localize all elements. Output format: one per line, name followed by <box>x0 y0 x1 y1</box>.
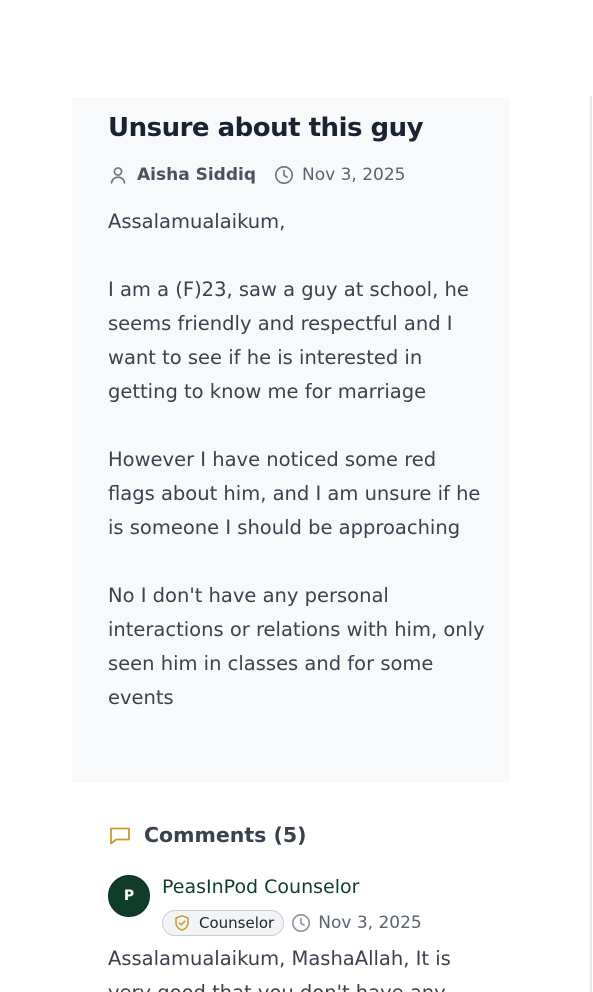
post-title: Unsure about this guy <box>108 113 424 143</box>
post-meta: Aisha Siddiq Nov 3, 2025 <box>108 163 405 187</box>
post-date: Nov 3, 2025 <box>302 165 406 185</box>
comment-meta: Counselor Nov 3, 2025 <box>162 909 422 937</box>
commenter-name[interactable]: PeasInPod Counselor <box>162 876 359 898</box>
page: Unsure about this guy Aisha Siddiq Nov 3… <box>0 0 593 992</box>
comment-text: Assalamualaikum, MashaAllah, It is very … <box>108 947 451 992</box>
post-author[interactable]: Aisha Siddiq <box>137 165 256 185</box>
post-card: Unsure about this guy Aisha Siddiq Nov 3… <box>72 97 510 783</box>
badge-label: Counselor <box>199 914 275 932</box>
clock-icon <box>291 913 311 933</box>
user-icon <box>108 165 128 185</box>
comments-header: Comments (5) <box>108 820 307 850</box>
avatar[interactable]: P <box>108 875 150 917</box>
comment-date: Nov 3, 2025 <box>318 913 422 933</box>
post-paragraph: I am a (F)23, saw a guy at school, he se… <box>108 278 469 403</box>
message-square-icon <box>108 823 132 847</box>
post-body: Assalamualaikum, I am a (F)23, saw a guy… <box>108 205 488 715</box>
clock-icon <box>274 165 294 185</box>
post-paragraph: Assalamualaikum, <box>108 210 286 233</box>
right-divider <box>590 96 592 992</box>
post-paragraph: However I have noticed some red flags ab… <box>108 448 481 539</box>
shield-check-icon <box>173 914 191 932</box>
post-paragraph: No I don't have any personal interaction… <box>108 584 485 709</box>
comments-title: Comments (5) <box>144 823 307 847</box>
counselor-badge: Counselor <box>162 910 285 936</box>
